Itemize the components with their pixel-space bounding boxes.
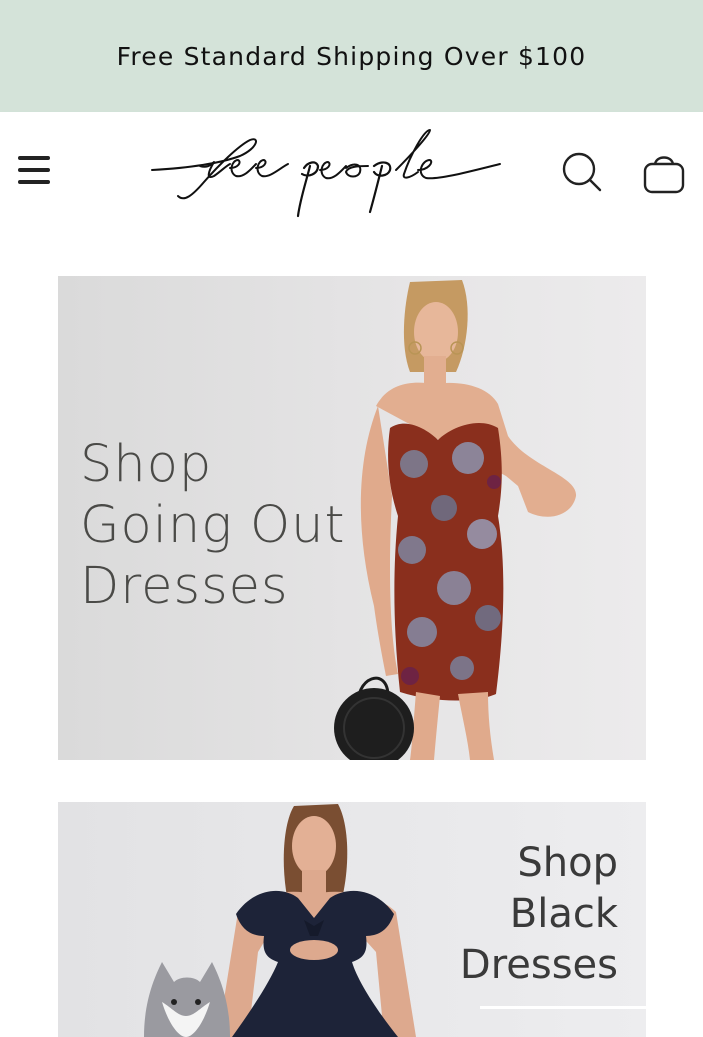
banner-underline (480, 1006, 646, 1009)
banner-going-out-heading: Shop Going Out Dresses (80, 434, 346, 617)
banner-line: Dresses (459, 942, 618, 988)
shopping-bag-icon[interactable] (640, 148, 688, 196)
black-dresses-banner[interactable]: Shop Black Dresses (58, 802, 646, 1037)
search-icon[interactable] (558, 148, 606, 196)
promo-text: Free Standard Shipping Over $100 (116, 41, 587, 71)
banner-line: Shop (80, 435, 213, 494)
banner-line: Shop (517, 840, 618, 886)
free-people-logo[interactable] (148, 126, 504, 224)
promo-banner[interactable]: Free Standard Shipping Over $100 (0, 0, 703, 112)
banner-line: Black (509, 891, 618, 937)
banner-line: Dresses (80, 557, 289, 616)
going-out-dresses-banner[interactable]: Shop Going Out Dresses (58, 276, 646, 760)
banner-black-dresses-heading: Shop Black Dresses (460, 838, 618, 991)
banner-line: Going Out (80, 496, 346, 555)
hamburger-menu-icon[interactable] (18, 156, 50, 184)
main-content: Shop Going Out Dresses Shop Black Dresse… (0, 236, 703, 1037)
site-header (0, 112, 703, 236)
